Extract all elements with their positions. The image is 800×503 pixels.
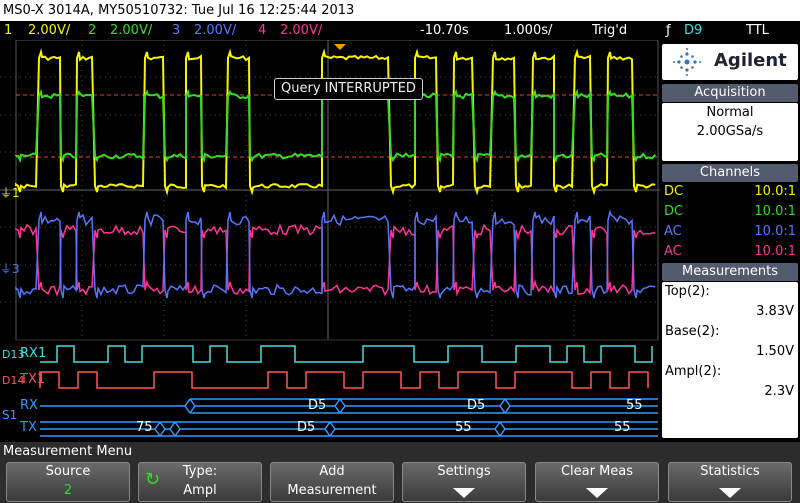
source-softkey[interactable]: Source 2 [6, 462, 130, 502]
trigger-position-marker [334, 44, 346, 50]
measurements-header: Measurements [662, 263, 798, 281]
delay-readout[interactable]: -10.70s [420, 21, 469, 40]
serial-tx-value: D5 [297, 420, 316, 435]
ch1-scale[interactable]: 2.00V/ [28, 21, 70, 40]
ch4-number[interactable]: 4 [258, 21, 266, 40]
logo-text: Agilent [714, 50, 787, 71]
measurement-value: 3.83V [756, 304, 794, 319]
digital-tx-label: TX1 [20, 372, 46, 387]
serial-rx-value: 55 [626, 398, 643, 413]
ch1-ground-marker[interactable]: ⏚1 [0, 184, 20, 201]
submenu-arrow-icon [586, 488, 608, 498]
channel-row-3: AC 10.0:1 [662, 222, 798, 241]
serial-rx-value: D5 [308, 398, 327, 413]
serial-rx-label: RX [20, 398, 38, 413]
waveform-graticule [0, 39, 660, 437]
channel-row-4: AC 10.0:1 [662, 242, 798, 261]
clear-meas-softkey[interactable]: Clear Meas [535, 462, 659, 502]
trigger-source[interactable]: D9 [684, 21, 702, 40]
measurement-label: Ampl(2): [665, 364, 722, 379]
type-softkey[interactable]: ↻ Type: Ampl [138, 462, 262, 502]
trigger-status: Trig'd [592, 23, 628, 38]
measurements-panel[interactable]: Top(2): 3.83V Base(2): 1.50V Ampl(2): 2.… [662, 282, 798, 438]
measurement-value: 2.3V [764, 384, 794, 399]
settings-softkey[interactable]: Settings [402, 462, 526, 502]
ch2-number[interactable]: 2 [88, 21, 96, 40]
add-measurement-softkey[interactable]: Add Measurement [270, 462, 394, 502]
acquisition-panel[interactable]: Normal 2.00GSa/s [662, 103, 798, 161]
channels-header: Channels [662, 164, 798, 182]
serial-tx-value: 75 [136, 420, 153, 435]
statistics-softkey[interactable]: Statistics [668, 462, 792, 502]
serial-rx-value: D5 [467, 398, 486, 413]
ch3-ground-marker[interactable]: ⏚3 [0, 260, 20, 277]
title-bar: MS0-X 3014A, MY50510732: Tue Jul 16 12:2… [0, 0, 800, 21]
ch3-number[interactable]: 3 [172, 21, 180, 40]
trigger-level[interactable]: TTL [746, 21, 769, 40]
acquisition-header: Acquisition [662, 84, 798, 102]
trigger-edge-icon: ƒ [666, 23, 671, 38]
serial-tx-value: 55 [455, 420, 472, 435]
spark-icon [673, 48, 701, 76]
ch3-scale[interactable]: 2.00V/ [194, 21, 236, 40]
acquisition-rate: 2.00GSa/s [696, 124, 764, 139]
serial-bus-label: S1 [2, 408, 18, 422]
serial-tx-value: 55 [614, 420, 631, 435]
query-status-popup: Query INTERRUPTED [274, 78, 423, 100]
channel-bar: 1 2.00V/ 2 2.00V/ 3 2.00V/ 4 2.00V/ -10.… [0, 21, 800, 40]
channel-row-1: DC 10.0:1 [662, 182, 798, 201]
waveform-display[interactable]: ⏚1 ⏚3 D13 RX1 D14 TX1 S1 RX TX D5 D5 55 … [0, 39, 660, 442]
digital-rx-label: RX1 [20, 346, 47, 361]
submenu-arrow-icon [719, 488, 741, 498]
menu-title: Measurement Menu [3, 444, 133, 459]
serial-tx-label: TX [20, 420, 37, 435]
measurement-label: Base(2): [665, 324, 720, 339]
submenu-arrow-icon [453, 488, 475, 498]
window-title: MS0-X 3014A, MY50510732: Tue Jul 16 12:2… [3, 3, 355, 18]
channel-row-2: DC 10.0:1 [662, 202, 798, 221]
measurement-label: Top(2): [665, 284, 710, 299]
acquisition-mode: Normal [706, 105, 754, 120]
ch1-number[interactable]: 1 [4, 21, 12, 40]
timebase-readout[interactable]: 1.000s/ [504, 21, 552, 40]
agilent-logo: Agilent [662, 44, 798, 80]
measurement-value: 1.50V [756, 344, 794, 359]
ch4-scale[interactable]: 2.00V/ [280, 21, 322, 40]
ch2-scale[interactable]: 2.00V/ [110, 21, 152, 40]
